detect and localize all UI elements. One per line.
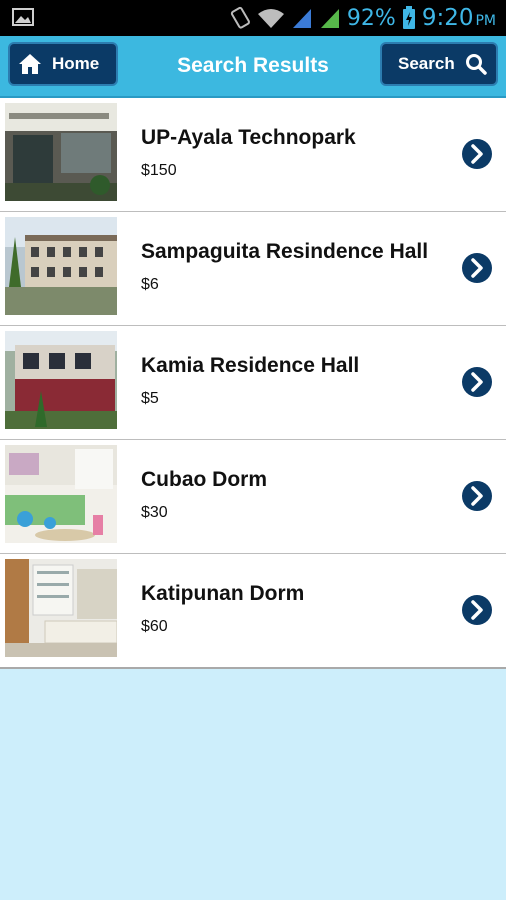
chevron-right-icon[interactable] <box>461 252 493 284</box>
results-list: UP-Ayala Technopark $150 Sampaguita Resi… <box>0 98 506 669</box>
result-price: $30 <box>141 504 168 521</box>
list-item[interactable]: Sampaguita Resindence Hall $6 <box>0 212 506 326</box>
result-name: Kamia Residence Hall <box>141 354 360 377</box>
result-thumbnail <box>5 103 117 201</box>
result-price: $5 <box>141 390 159 407</box>
chevron-right-icon[interactable] <box>461 366 493 398</box>
rotate-icon <box>230 6 250 29</box>
search-button[interactable]: Search <box>380 42 498 86</box>
status-bar: 92% 9:20 PM <box>0 0 506 36</box>
chevron-right-icon[interactable] <box>461 138 493 170</box>
result-name: UP-Ayala Technopark <box>141 126 356 149</box>
result-name: Cubao Dorm <box>141 468 267 491</box>
header-bar: Search Results Home Search <box>0 36 506 98</box>
list-item[interactable]: UP-Ayala Technopark $150 <box>0 98 506 212</box>
battery-percent: 92% <box>346 5 396 31</box>
signal-icon-1 <box>292 9 311 28</box>
signal-icon-2 <box>320 9 339 28</box>
wifi-icon <box>257 9 284 28</box>
clock: 9:20 PM <box>421 5 496 31</box>
search-button-label: Search <box>398 54 455 73</box>
result-thumbnail <box>5 445 117 543</box>
chevron-right-icon[interactable] <box>461 480 493 512</box>
result-name: Katipunan Dorm <box>141 582 305 605</box>
result-name: Sampaguita Resindence Hall <box>141 240 429 263</box>
list-item[interactable]: Kamia Residence Hall $5 <box>0 326 506 440</box>
list-item[interactable]: Katipunan Dorm $60 <box>0 554 506 669</box>
search-icon <box>465 54 487 75</box>
result-thumbnail <box>5 331 117 429</box>
result-thumbnail <box>5 217 117 315</box>
gallery-notification-icon <box>12 8 34 26</box>
result-thumbnail <box>5 559 117 657</box>
result-price: $6 <box>141 276 159 293</box>
battery-icon <box>402 6 415 29</box>
result-price: $150 <box>141 162 177 179</box>
chevron-right-icon[interactable] <box>461 594 493 626</box>
home-button-label: Home <box>52 54 100 73</box>
list-item[interactable]: Cubao Dorm $30 <box>0 440 506 554</box>
home-button[interactable]: Home <box>8 42 118 86</box>
result-price: $60 <box>141 618 168 635</box>
home-icon <box>19 54 41 74</box>
